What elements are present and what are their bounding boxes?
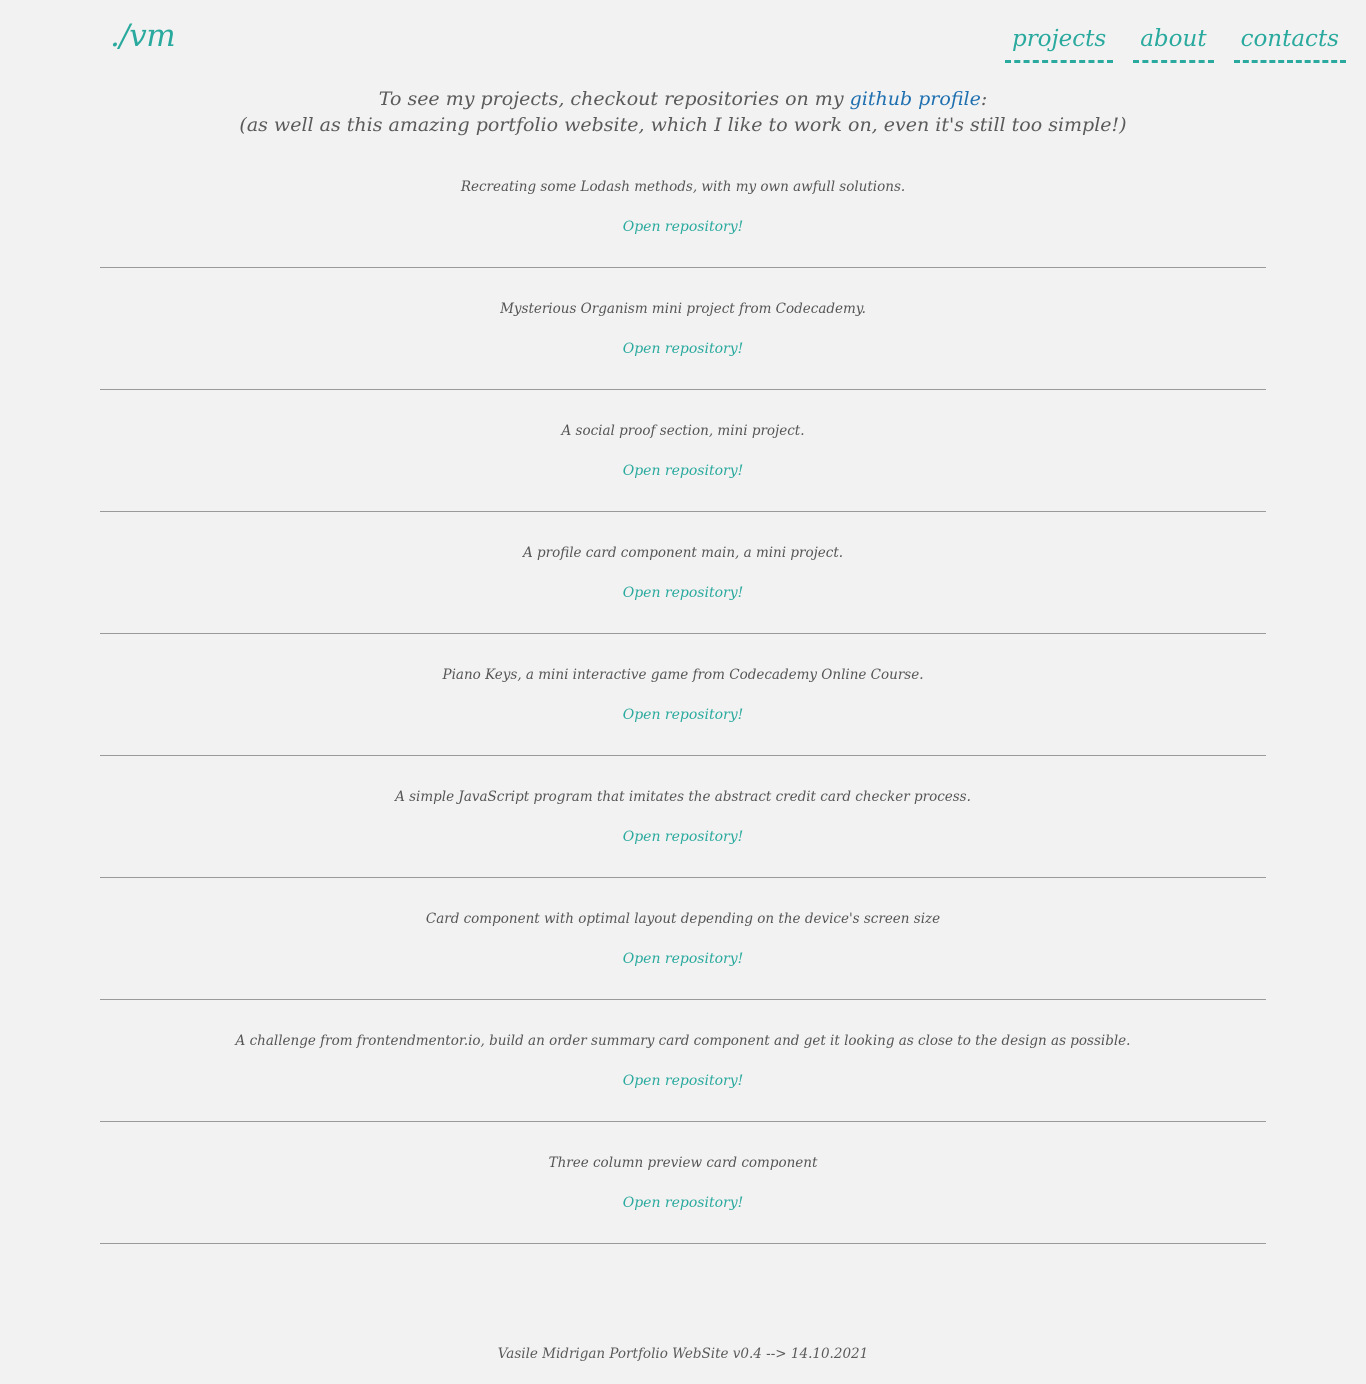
project-description: A challenge from frontendmentor.io, buil… — [235, 1033, 1131, 1049]
open-repository-link[interactable]: Open repository! — [100, 462, 1266, 480]
project-description: A profile card component main, a mini pr… — [522, 545, 844, 561]
project-description: A social proof section, mini project. — [561, 423, 805, 439]
project-item: A social proof section, mini project. Op… — [100, 390, 1266, 512]
project-description: Piano Keys, a mini interactive game from… — [442, 667, 924, 683]
project-description: Recreating some Lodash methods, with my … — [460, 179, 906, 195]
project-item: Three column preview card component Open… — [100, 1122, 1266, 1244]
project-description: A simple JavaScript program that imitate… — [395, 789, 971, 805]
intro-line-1: To see my projects, checkout repositorie… — [0, 86, 1366, 112]
intro-text: To see my projects, checkout repositorie… — [0, 86, 1366, 138]
project-item: Recreating some Lodash methods, with my … — [100, 146, 1266, 268]
main-nav: projects about contacts — [1004, 24, 1346, 63]
footer-text: Vasile Midrigan Portfolio WebSite v0.4 -… — [497, 1346, 869, 1362]
project-description: Mysterious Organism mini project from Co… — [500, 301, 866, 317]
project-item: A simple JavaScript program that imitate… — [100, 756, 1266, 878]
project-item: A profile card component main, a mini pr… — [100, 512, 1266, 634]
open-repository-link[interactable]: Open repository! — [100, 828, 1266, 846]
nav-contacts[interactable]: contacts — [1233, 24, 1346, 63]
open-repository-link[interactable]: Open repository! — [100, 340, 1266, 358]
nav-projects[interactable]: projects — [1004, 24, 1114, 63]
project-description: Three column preview card component — [548, 1155, 818, 1171]
project-item: Piano Keys, a mini interactive game from… — [100, 634, 1266, 756]
project-item: Card component with optimal layout depen… — [100, 878, 1266, 1000]
project-item: A challenge from frontendmentor.io, buil… — [100, 1000, 1266, 1122]
project-description: Card component with optimal layout depen… — [425, 911, 941, 927]
projects-list: Recreating some Lodash methods, with my … — [100, 146, 1266, 1244]
open-repository-link[interactable]: Open repository! — [100, 1072, 1266, 1090]
open-repository-link[interactable]: Open repository! — [100, 1194, 1266, 1212]
logo-link[interactable]: ./vm — [110, 16, 176, 56]
open-repository-link[interactable]: Open repository! — [100, 706, 1266, 724]
github-profile-link[interactable]: github profile — [850, 88, 981, 110]
nav-about[interactable]: about — [1133, 24, 1214, 63]
open-repository-link[interactable]: Open repository! — [100, 584, 1266, 602]
project-item: Mysterious Organism mini project from Co… — [100, 268, 1266, 390]
intro-suffix: : — [980, 88, 988, 110]
open-repository-link[interactable]: Open repository! — [100, 218, 1266, 236]
intro-line-2: (as well as this amazing portfolio websi… — [239, 114, 1127, 136]
open-repository-link[interactable]: Open repository! — [100, 950, 1266, 968]
intro-prefix: To see my projects, checkout repositorie… — [378, 88, 850, 110]
